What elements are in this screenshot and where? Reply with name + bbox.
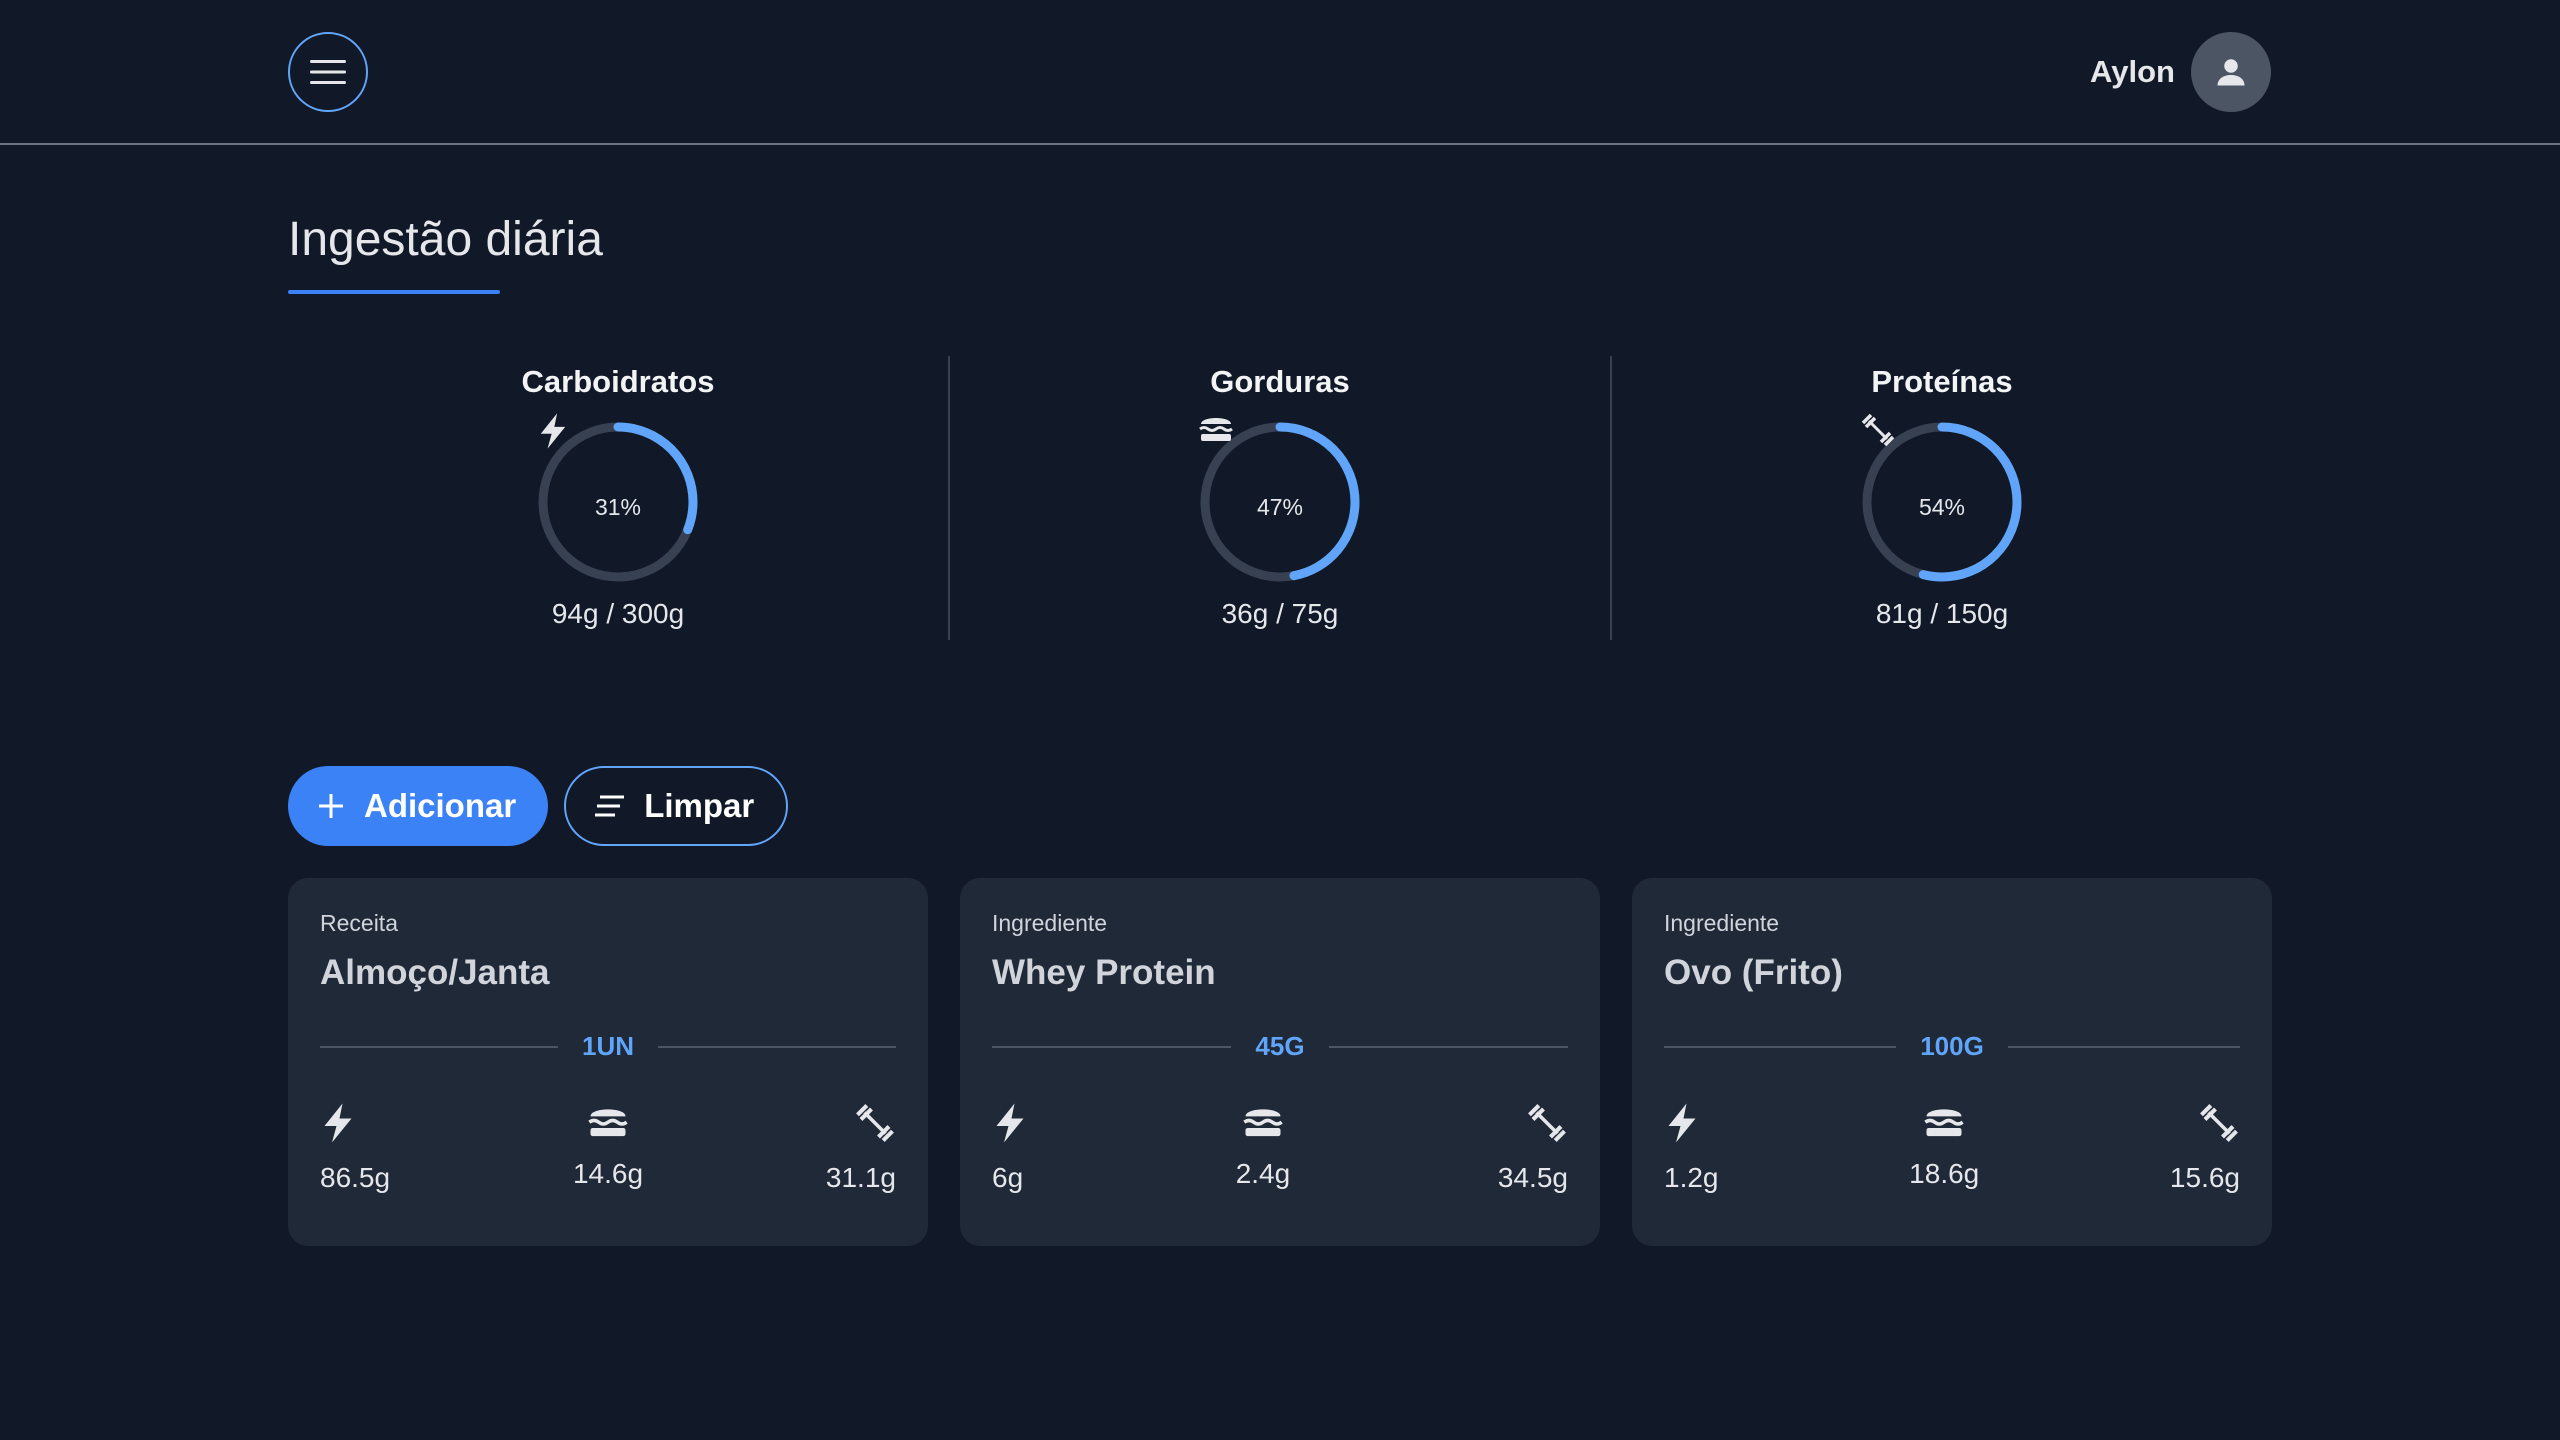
- nutrient-row: 1.2g 18.6g 15.6g: [1664, 1102, 2240, 1194]
- divider: [1664, 1045, 1897, 1048]
- clear-button-label: Limpar: [644, 787, 755, 824]
- dumbbell-icon: [2200, 1104, 2238, 1142]
- dumbbell-icon: [1528, 1104, 1566, 1142]
- fat-value: 18.6g: [1909, 1158, 1980, 1189]
- sort-lines-icon: [595, 795, 625, 817]
- divider: [1328, 1045, 1568, 1048]
- carbs-value: 1.2g: [1664, 1162, 1719, 1193]
- nutrient-row: 6g 2.4g 34.5g: [992, 1102, 1568, 1194]
- nutrient-fat: 14.6g: [573, 1102, 643, 1194]
- macro-title: Gorduras: [1210, 364, 1350, 399]
- macro-fat: Gorduras 47% 36g / 75g: [948, 356, 1610, 640]
- divider: [320, 1045, 558, 1048]
- macro-title: Proteínas: [1871, 364, 2013, 399]
- food-type: Ingrediente: [1664, 910, 1780, 936]
- food-type: Ingrediente: [992, 910, 1108, 936]
- dumbbell-icon: [856, 1104, 894, 1142]
- macro-amount: 36g / 75g: [1221, 598, 1339, 629]
- fat-value: 14.6g: [572, 1158, 644, 1189]
- dumbbell-icon: [1861, 413, 1895, 447]
- macro-amount: 94g / 300g: [551, 598, 685, 629]
- carbs-value: 86.5g: [320, 1162, 391, 1193]
- lightning-icon: [1668, 1103, 1696, 1143]
- lightning-icon: [540, 413, 566, 449]
- title-underline: [288, 290, 500, 294]
- plus-icon: [319, 794, 343, 818]
- menu-button[interactable]: [288, 32, 368, 112]
- macro-title: Carboidratos: [521, 364, 715, 399]
- macro-percent: 31%: [594, 493, 642, 520]
- nutrient-carbs: 1.2g: [1664, 1102, 1719, 1194]
- protein-value: 31.1g: [825, 1162, 896, 1193]
- carbs-value: 6g: [992, 1162, 1024, 1193]
- macro-percent: 47%: [1256, 493, 1304, 520]
- food-quantity: 45G: [1255, 1031, 1305, 1061]
- macro-summary: Carboidratos 31% 94g / 300g Gorduras 47%…: [288, 356, 2272, 640]
- macro-percent: 54%: [1918, 493, 1966, 520]
- food-quantity: 100G: [1920, 1031, 1984, 1061]
- quantity-row: 45G: [992, 1031, 1568, 1062]
- lightning-icon: [996, 1103, 1024, 1143]
- food-card[interactable]: Receita Almoço/Janta 1UN 86.5g 14.6g 31.…: [288, 878, 928, 1246]
- burger-icon: [1243, 1109, 1283, 1137]
- progress-ring: 31%: [536, 413, 700, 584]
- macro-amount: 81g / 150g: [1875, 598, 2009, 629]
- add-button-label: Adicionar: [364, 787, 517, 824]
- fat-value: 2.4g: [1235, 1158, 1291, 1189]
- protein-value: 34.5g: [1497, 1162, 1568, 1193]
- nutrient-fat: 18.6g: [1909, 1102, 1979, 1194]
- food-card[interactable]: Ingrediente Whey Protein 45G 6g 2.4g 34.…: [960, 878, 1600, 1246]
- food-type: Receita: [320, 910, 398, 936]
- food-card[interactable]: Ingrediente Ovo (Frito) 100G 1.2g 18.6g …: [1632, 878, 2272, 1246]
- avatar[interactable]: [2191, 32, 2271, 112]
- burger-icon: [1199, 418, 1233, 441]
- burger-icon: [588, 1109, 628, 1137]
- food-name: Whey Protein: [992, 953, 1216, 992]
- divider: [658, 1045, 897, 1048]
- user-menu[interactable]: Aylon: [2090, 32, 2271, 112]
- food-quantity: 1UN: [582, 1031, 635, 1061]
- food-name: Ovo (Frito): [1664, 953, 1843, 992]
- macro-protein: Proteínas 54% 81g / 150g: [1610, 356, 2272, 640]
- food-name: Almoço/Janta: [320, 953, 550, 992]
- progress-ring: 47%: [1198, 418, 1362, 584]
- page-title: Ingestão diária: [288, 213, 603, 266]
- top-bar: Aylon: [0, 0, 2560, 145]
- nutrient-carbs: 86.5g: [320, 1102, 390, 1194]
- quantity-row: 1UN: [320, 1031, 897, 1062]
- clear-button[interactable]: Limpar: [564, 766, 789, 846]
- burger-icon: [1924, 1109, 1964, 1137]
- food-list: Receita Almoço/Janta 1UN 86.5g 14.6g 31.…: [288, 878, 2272, 1246]
- macro-carbs: Carboidratos 31% 94g / 300g: [288, 356, 948, 640]
- hamburger-menu-icon: [310, 60, 346, 84]
- divider: [992, 1045, 1232, 1048]
- nutrient-fat: 2.4g: [1235, 1102, 1291, 1194]
- person-icon: [2217, 59, 2245, 86]
- action-bar: Adicionar Limpar: [288, 766, 789, 846]
- quantity-row: 100G: [1664, 1031, 2241, 1062]
- progress-ring: 54%: [1860, 413, 2024, 584]
- user-name: Aylon: [2090, 54, 2175, 89]
- divider: [2007, 1045, 2241, 1048]
- protein-value: 15.6g: [2169, 1162, 2240, 1193]
- nutrient-carbs: 6g: [992, 1102, 1028, 1194]
- nutrient-protein: 15.6g: [2170, 1102, 2240, 1194]
- add-button[interactable]: Adicionar: [288, 766, 549, 846]
- nutrient-protein: 34.5g: [1498, 1102, 1568, 1194]
- nutrient-row: 86.5g 14.6g 31.1g: [320, 1102, 896, 1194]
- lightning-icon: [324, 1103, 352, 1143]
- nutrient-protein: 31.1g: [826, 1102, 896, 1194]
